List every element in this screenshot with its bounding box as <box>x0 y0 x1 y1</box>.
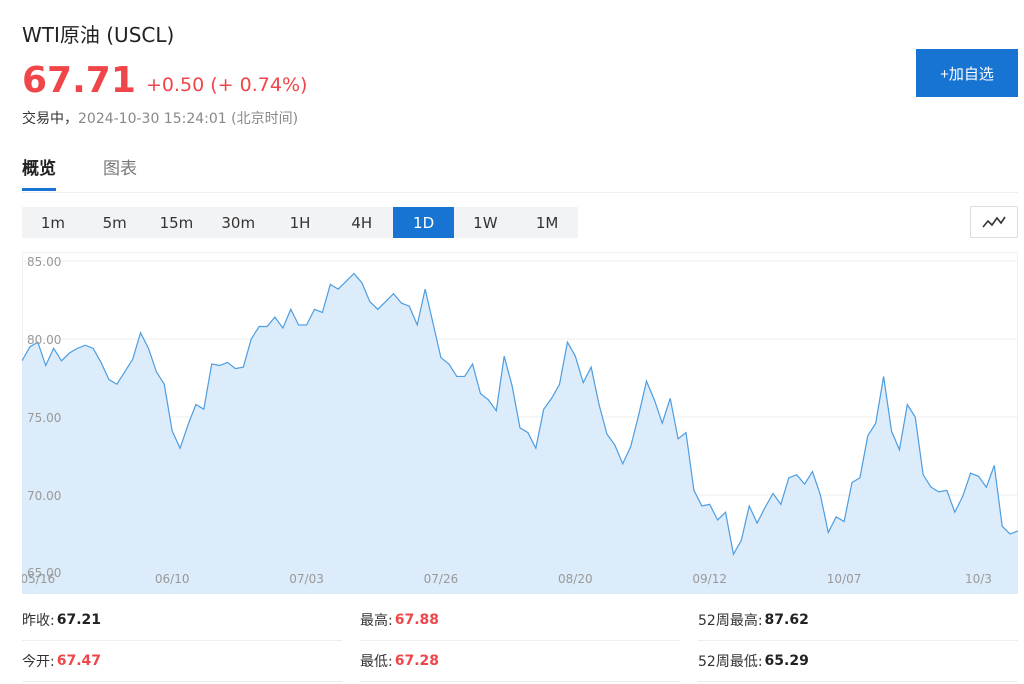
last-price: 67.71 <box>22 60 136 101</box>
stat-value: 87.62 <box>764 612 809 628</box>
stat-value: 67.88 <box>394 612 440 628</box>
price-chart: 85.0080.0075.0070.0065.0005/16 06/10 07/03… <box>22 252 1018 594</box>
stat-52w-high: 52周最高: 87.62 <box>698 600 1018 641</box>
status-label: 交易中， <box>22 111 78 127</box>
stat-label: 最低: <box>360 654 393 670</box>
period-1w[interactable]: 1W <box>454 207 516 238</box>
stat-prev-close: 昨收: 67.21 <box>22 600 342 641</box>
x-tick-label: 10/3 <box>965 572 992 586</box>
stat-label: 最高: <box>360 613 393 629</box>
stat-high: 最高: 67.88 <box>360 600 680 641</box>
y-tick-label: 80.00 <box>27 333 61 347</box>
period-selector: 1m 5m 15m 30m 1H 4H 1D 1W 1M <box>22 207 578 238</box>
line-chart-icon <box>982 216 1006 228</box>
x-tick-label: 07/03 <box>289 572 324 586</box>
stat-open: 今开: 67.47 <box>22 641 342 682</box>
x-tick-label: 09/12 <box>692 572 727 586</box>
y-tick-label: 75.00 <box>27 411 61 425</box>
stat-label: 52周最低: <box>698 654 763 670</box>
stat-52w-low: 52周最低: 65.29 <box>698 641 1018 682</box>
period-30m[interactable]: 30m <box>207 207 269 238</box>
period-4h[interactable]: 4H <box>331 207 393 238</box>
period-5m[interactable]: 5m <box>84 207 146 238</box>
period-1m[interactable]: 1m <box>22 207 84 238</box>
y-tick-label: 85.00 <box>27 255 61 269</box>
stat-value: 67.47 <box>56 653 102 669</box>
trading-status: 交易中，2024-10-30 15:24:01 (北京时间) <box>22 108 298 128</box>
stat-label: 昨收: <box>22 613 55 629</box>
price-change: +0.50 (+ 0.74%) <box>146 74 308 96</box>
chart-type-button[interactable] <box>970 206 1018 238</box>
x-tick-label: 06/10 <box>155 572 190 586</box>
x-tick-label: 07/26 <box>424 572 459 586</box>
stat-low: 最低: 67.28 <box>360 641 680 682</box>
tab-overview[interactable]: 概览 <box>22 154 56 191</box>
quote-timestamp: 2024-10-30 15:24:01 (北京时间) <box>78 111 299 127</box>
stat-value: 65.29 <box>764 653 809 669</box>
stat-label: 52周最高: <box>698 613 763 629</box>
period-1d[interactable]: 1D <box>392 207 455 238</box>
tab-bar: 概览 图表 <box>22 154 1018 193</box>
tab-chart[interactable]: 图表 <box>103 154 137 188</box>
x-tick-label: 10/07 <box>827 572 862 586</box>
period-1mo[interactable]: 1M <box>516 207 578 238</box>
stat-label: 今开: <box>22 654 55 670</box>
period-1h[interactable]: 1H <box>269 207 331 238</box>
stat-value: 67.28 <box>394 653 440 669</box>
instrument-title: WTI原油 (USCL) <box>22 23 175 47</box>
x-tick-label: 05/16 <box>22 572 55 586</box>
add-to-watchlist-button[interactable]: +加自选 <box>916 49 1018 97</box>
period-15m[interactable]: 15m <box>146 207 208 238</box>
x-tick-label: 08/20 <box>558 572 593 586</box>
y-tick-label: 70.00 <box>27 489 61 503</box>
stat-value: 67.21 <box>56 612 102 628</box>
